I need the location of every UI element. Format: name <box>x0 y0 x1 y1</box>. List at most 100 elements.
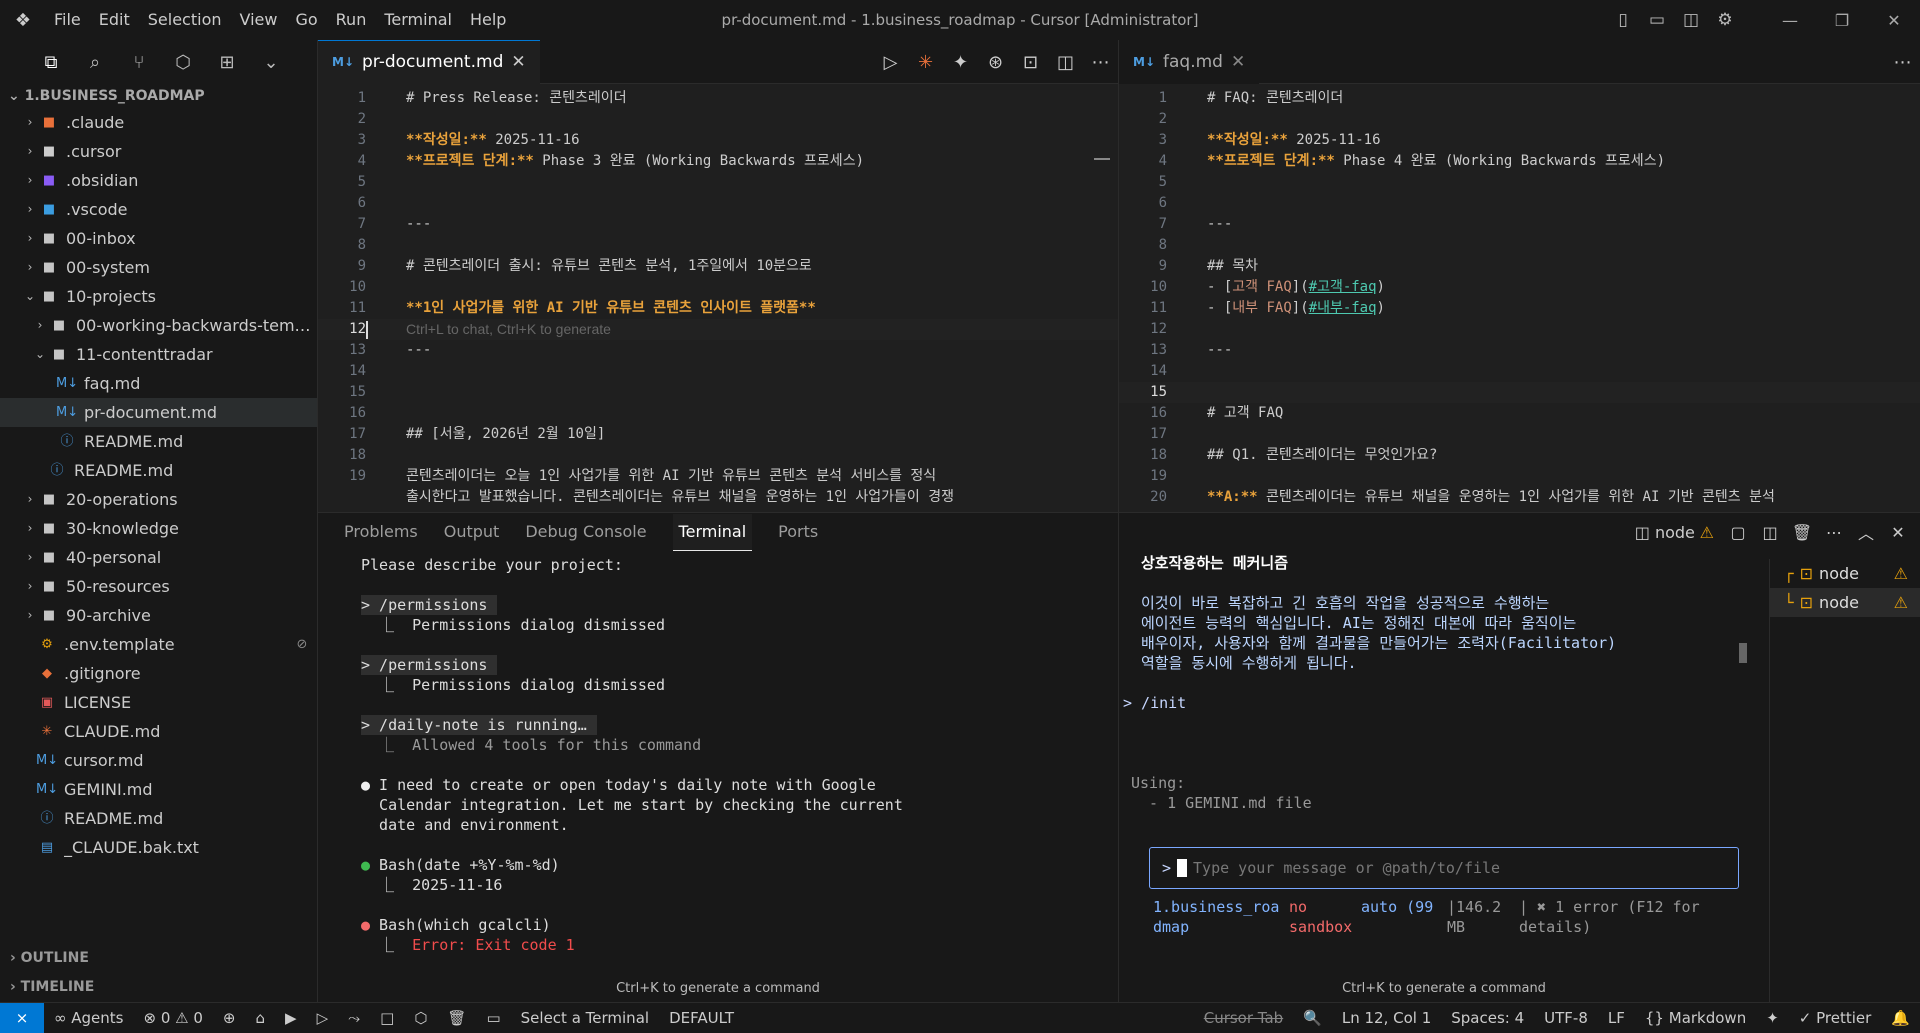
close-tab-icon[interactable]: ✕ <box>1231 52 1245 72</box>
folder-icon[interactable]: ▭ <box>476 1009 510 1027</box>
debug-icon[interactable]: ⤳ <box>338 1009 370 1027</box>
tree-item[interactable]: ⌄■11-contenttradar <box>0 340 317 369</box>
terminal-node-selector[interactable]: ◫ node ⚠ <box>1627 523 1722 542</box>
toggle-panel-icon[interactable]: ▭ <box>1640 10 1674 30</box>
layout-dropdown-icon[interactable]: ▢ <box>1722 523 1754 542</box>
claude-icon[interactable]: ✳ <box>908 52 943 73</box>
workspace-root-header[interactable]: ⌄ 1.BUSINESS_ROADMAP <box>0 84 317 108</box>
more-actions-icon[interactable]: ⋯ <box>1885 52 1920 73</box>
terminal-scrollbar[interactable] <box>1739 643 1747 663</box>
tree-item[interactable]: ›■90-archive <box>0 601 317 630</box>
tree-item[interactable]: ›■50-resources <box>0 572 317 601</box>
select-terminal[interactable]: Select a Terminal <box>511 1009 659 1027</box>
menu-item-selection[interactable]: Selection <box>140 0 230 40</box>
status-error[interactable]: | ✖ 1 error (F12 for details) <box>1519 897 1719 937</box>
menu-item-terminal[interactable]: Terminal <box>376 0 460 40</box>
cursor-position[interactable]: Ln 12, Col 1 <box>1332 1009 1441 1027</box>
tab-problems[interactable]: Problems <box>344 514 418 550</box>
box-icon[interactable]: ⬡ <box>404 1009 437 1027</box>
more-actions-icon[interactable]: ⋯ <box>1818 523 1850 542</box>
menu-item-file[interactable]: File <box>46 0 89 40</box>
tab-ports[interactable]: Ports <box>778 514 818 550</box>
tree-item[interactable]: ›■40-personal <box>0 543 317 572</box>
preview-icon[interactable]: ⊡ <box>1013 52 1048 73</box>
agents-button[interactable]: ∞ Agents <box>44 1009 133 1027</box>
zoom-icon[interactable]: 🔍 <box>1293 1009 1332 1027</box>
tree-item[interactable]: ◆.gitignore <box>0 659 317 688</box>
tree-item[interactable]: ⚙.env.template⊘ <box>0 630 317 659</box>
prettier-status[interactable]: ✓ Prettier <box>1789 1009 1882 1027</box>
trash-icon[interactable]: 🗑 <box>437 1009 476 1027</box>
tree-item[interactable]: ▣LICENSE <box>0 688 317 717</box>
tree-item[interactable]: ›■00-inbox <box>0 224 317 253</box>
tree-item[interactable]: ›■.vscode <box>0 195 317 224</box>
maximize-button[interactable]: ❐ <box>1816 11 1868 30</box>
close-tab-icon[interactable]: ✕ <box>511 52 525 72</box>
more-actions-icon[interactable]: ⋯ <box>1083 52 1118 73</box>
tree-item[interactable]: M↓cursor.md <box>0 746 317 775</box>
tab-faq[interactable]: M↓ faq.md ✕ <box>1119 40 1259 84</box>
tree-item[interactable]: ›■00-working-backwards-temp... <box>0 311 317 340</box>
extensions-box-icon[interactable]: ⬡ <box>168 52 198 73</box>
tree-item[interactable]: ›■00-system <box>0 253 317 282</box>
tree-item[interactable]: ⓘREADME.md <box>0 427 317 456</box>
language-mode[interactable]: {} Markdown <box>1635 1009 1756 1027</box>
tab-output[interactable]: Output <box>444 514 500 550</box>
menu-item-view[interactable]: View <box>232 0 286 40</box>
minimize-button[interactable]: — <box>1764 11 1816 30</box>
terminal-instance[interactable]: └⊡node⚠ <box>1770 588 1920 617</box>
search-icon[interactable]: ⌕ <box>80 52 110 73</box>
close-window-button[interactable]: ✕ <box>1868 11 1920 30</box>
home-icon[interactable]: ⌂ <box>245 1009 275 1027</box>
tree-item[interactable]: ⌄■10-projects <box>0 282 317 311</box>
outline-section[interactable]: › OUTLINE <box>0 944 318 973</box>
toggle-primary-sidebar-icon[interactable]: ▯ <box>1606 10 1640 30</box>
menu-item-edit[interactable]: Edit <box>91 0 138 40</box>
run-icon[interactable]: ▶ <box>275 1009 307 1027</box>
trash-icon[interactable]: 🗑 <box>1786 523 1818 542</box>
menu-item-run[interactable]: Run <box>328 0 375 40</box>
close-panel-icon[interactable]: ✕ <box>1882 523 1914 542</box>
split-editor-icon[interactable]: ◫ <box>1048 52 1083 73</box>
tree-item[interactable]: ⓘREADME.md <box>0 804 317 833</box>
tree-item[interactable]: ✳CLAUDE.md <box>0 717 317 746</box>
toggle-secondary-sidebar-icon[interactable]: ◫ <box>1674 10 1708 30</box>
tab-debug-console[interactable]: Debug Console <box>525 514 646 550</box>
tree-item[interactable]: ›■.claude <box>0 108 317 137</box>
tree-item[interactable]: M↓faq.md <box>0 369 317 398</box>
code-editor-right[interactable]: 1# FAQ: 콘텐츠레이더23**작성일:** 2025-11-164**프로… <box>1119 84 1920 508</box>
remote-indicator-icon[interactable]: ⨯ <box>0 1003 44 1033</box>
encoding[interactable]: UTF-8 <box>1534 1009 1598 1027</box>
explorer-icon[interactable]: ⧉ <box>36 52 66 73</box>
terminal-instance[interactable]: ┌⊡node⚠ <box>1770 559 1920 588</box>
split-terminal-icon[interactable]: ◫ <box>1754 523 1786 542</box>
cursor-tab-toggle[interactable]: Cursor Tab <box>1194 1009 1293 1027</box>
extensions-grid-icon[interactable]: ⊞ <box>212 52 242 73</box>
source-control-icon[interactable]: ⑂ <box>124 52 154 73</box>
more-views-chevron-icon[interactable]: ⌄ <box>256 52 286 73</box>
line-ending[interactable]: LF <box>1598 1009 1635 1027</box>
stop-icon[interactable]: □ <box>370 1009 404 1027</box>
tab-terminal[interactable]: Terminal <box>673 514 753 551</box>
gemini-cli-output[interactable]: 상호작용하는 메커니즘이것이 바로 복잡하고 긴 호흡의 작업을 성공적으로 수… <box>1141 553 1741 813</box>
new-file-icon[interactable]: ⊕ <box>213 1009 246 1027</box>
terminal-output[interactable]: Please describe your project:> /permissi… <box>318 551 1118 955</box>
notifications-bell-icon[interactable]: 🔔 <box>1881 1009 1920 1027</box>
anchor-link[interactable]: #내부-faq <box>1309 300 1377 316</box>
terminal-profile[interactable]: DEFAULT <box>659 1009 744 1027</box>
tree-item[interactable]: ⓘREADME.md <box>0 456 317 485</box>
tree-item[interactable]: ›■20-operations <box>0 485 317 514</box>
code-editor-left[interactable]: 1# Press Release: 콘텐츠레이더23**작성일:** 2025-… <box>318 84 1118 508</box>
tree-item[interactable]: ›■.obsidian <box>0 166 317 195</box>
tree-item[interactable]: ▤_CLAUDE.bak.txt <box>0 833 317 862</box>
settings-gear-icon[interactable]: ⚙ <box>1708 10 1742 30</box>
tab-pr-document[interactable]: M↓ pr-document.md ✕ <box>318 40 540 84</box>
maximize-panel-icon[interactable]: ︿ <box>1850 520 1882 544</box>
play-icon[interactable]: ▷ <box>307 1009 339 1027</box>
openai-icon[interactable]: ⊛ <box>978 52 1013 73</box>
gemini-input-box[interactable]: > Type your message or @path/to/file <box>1149 847 1739 889</box>
anchor-link[interactable]: #고객-faq <box>1309 279 1377 295</box>
tree-item[interactable]: ›■30-knowledge <box>0 514 317 543</box>
tree-item[interactable]: ›■.cursor <box>0 137 317 166</box>
tree-item[interactable]: M↓pr-document.md <box>0 398 317 427</box>
